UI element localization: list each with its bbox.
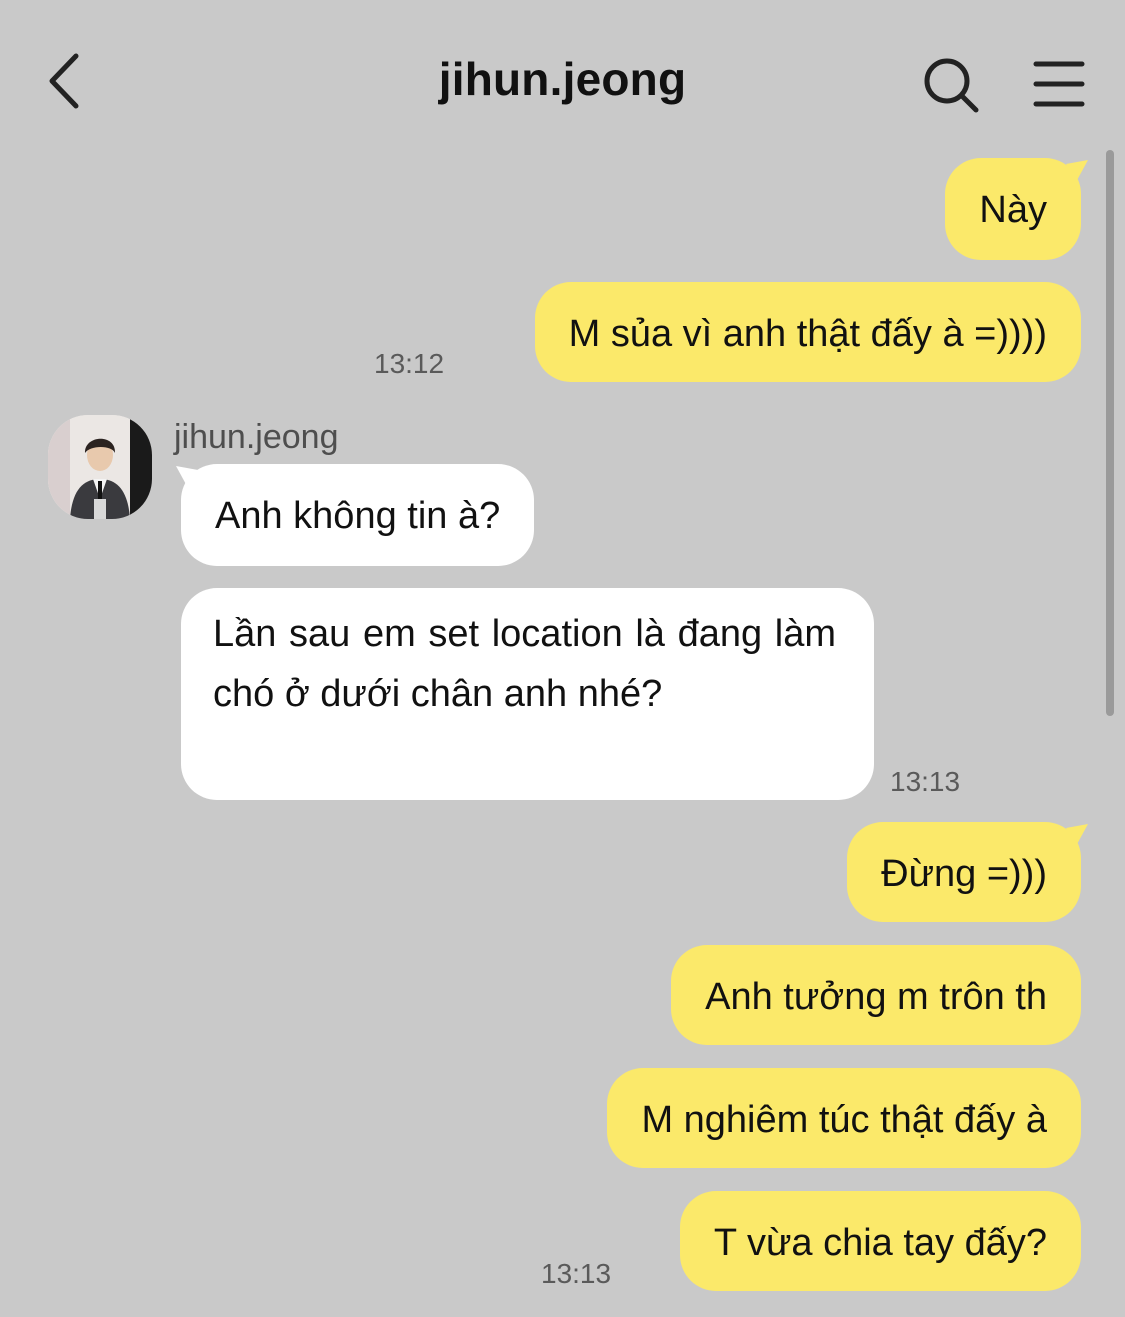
message-text: T vừa chia tay đấy? — [713, 1222, 1047, 1264]
chat-header: jihun.jeong — [0, 0, 1125, 150]
message-text: Anh không tin à? — [215, 495, 501, 537]
message-timestamp: 13:12 — [374, 348, 445, 379]
sender-name: jihun.jeong — [174, 418, 339, 456]
message-bubble-received[interactable]: Anh không tin à? — [181, 464, 535, 566]
message-timestamp: 13:13 — [890, 766, 961, 797]
avatar-photo — [48, 415, 152, 519]
message-text: Đừng =))) — [881, 853, 1047, 895]
message-text: M nghiêm túc thật đấy à — [641, 1099, 1047, 1141]
message-text: Này — [979, 189, 1047, 231]
message-bubble-sent[interactable]: M nghiêm túc thật đấy à — [607, 1068, 1081, 1168]
message-bubble-sent[interactable]: T vừa chia tay đấy? — [679, 1191, 1081, 1291]
message-text: Lần sau em set location là đang làm chó … — [213, 613, 836, 715]
menu-button[interactable] — [1030, 56, 1090, 112]
scrollbar[interactable] — [1106, 150, 1114, 716]
search-button[interactable] — [918, 52, 984, 118]
message-bubble-sent[interactable]: Anh tưởng m trôn th — [671, 945, 1081, 1045]
hamburger-menu-icon — [1033, 61, 1085, 107]
message-bubble-sent[interactable]: M sủa vì anh thật đấy à =)))) — [534, 282, 1081, 382]
message-timestamp: 13:13 — [541, 1258, 612, 1289]
message-bubble-received[interactable]: Lần sau em set location là đang làm chó … — [181, 588, 874, 800]
message-bubble-sent[interactable]: Đừng =))) — [847, 822, 1081, 922]
message-text: Anh tưởng m trôn th — [705, 976, 1047, 1018]
search-icon — [924, 58, 979, 113]
message-bubble-sent[interactable]: Này — [945, 158, 1081, 260]
message-text: M sủa vì anh thật đấy à =)))) — [568, 313, 1047, 355]
contact-avatar[interactable] — [48, 415, 152, 519]
